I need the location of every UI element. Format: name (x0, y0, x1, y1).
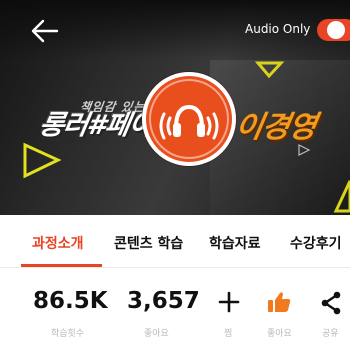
tabs-divider (0, 267, 350, 268)
tab-reviews[interactable]: 수강후기 (290, 233, 342, 253)
wishlist-label: 찜 (224, 329, 233, 339)
share-label: 공유 (322, 329, 339, 339)
yellow-triangle-top-icon (255, 61, 285, 79)
audio-mode-badge[interactable] (142, 72, 236, 166)
thumbs-up-icon[interactable] (266, 290, 292, 314)
banner-title-right: 이경영 (232, 110, 319, 145)
course-tabs: 과정소개 콘텐츠 학습 학습자료 수강후기 (0, 215, 350, 267)
headphones-icon (159, 104, 219, 140)
yellow-triangle-right-icon (333, 180, 350, 213)
share-icon[interactable] (319, 291, 343, 315)
views-label: 학습횟수 (51, 329, 85, 339)
tab-course-intro[interactable]: 과정소개 (32, 233, 84, 253)
plus-icon[interactable] (218, 291, 240, 313)
audio-only-label: Audio Only (245, 22, 311, 36)
views-count: 86.5K (33, 288, 108, 314)
tab-content-learning[interactable]: 콘텐츠 학습 (114, 233, 183, 253)
like-action-label: 좋아요 (267, 329, 292, 339)
yellow-triangle-left-icon (23, 142, 62, 179)
course-banner: 책임감 있는 롱러#페이 이경영 Audio Only (0, 0, 350, 215)
likes-count-label: 좋아요 (144, 329, 169, 339)
back-arrow-icon[interactable] (30, 18, 60, 44)
toggle-knob (327, 21, 345, 39)
likes-count: 3,657 (127, 288, 200, 314)
tab-learning-materials[interactable]: 학습자료 (209, 233, 261, 253)
banner-title-left: 롱러#페이 (36, 110, 156, 141)
audio-only-toggle[interactable] (317, 19, 350, 41)
